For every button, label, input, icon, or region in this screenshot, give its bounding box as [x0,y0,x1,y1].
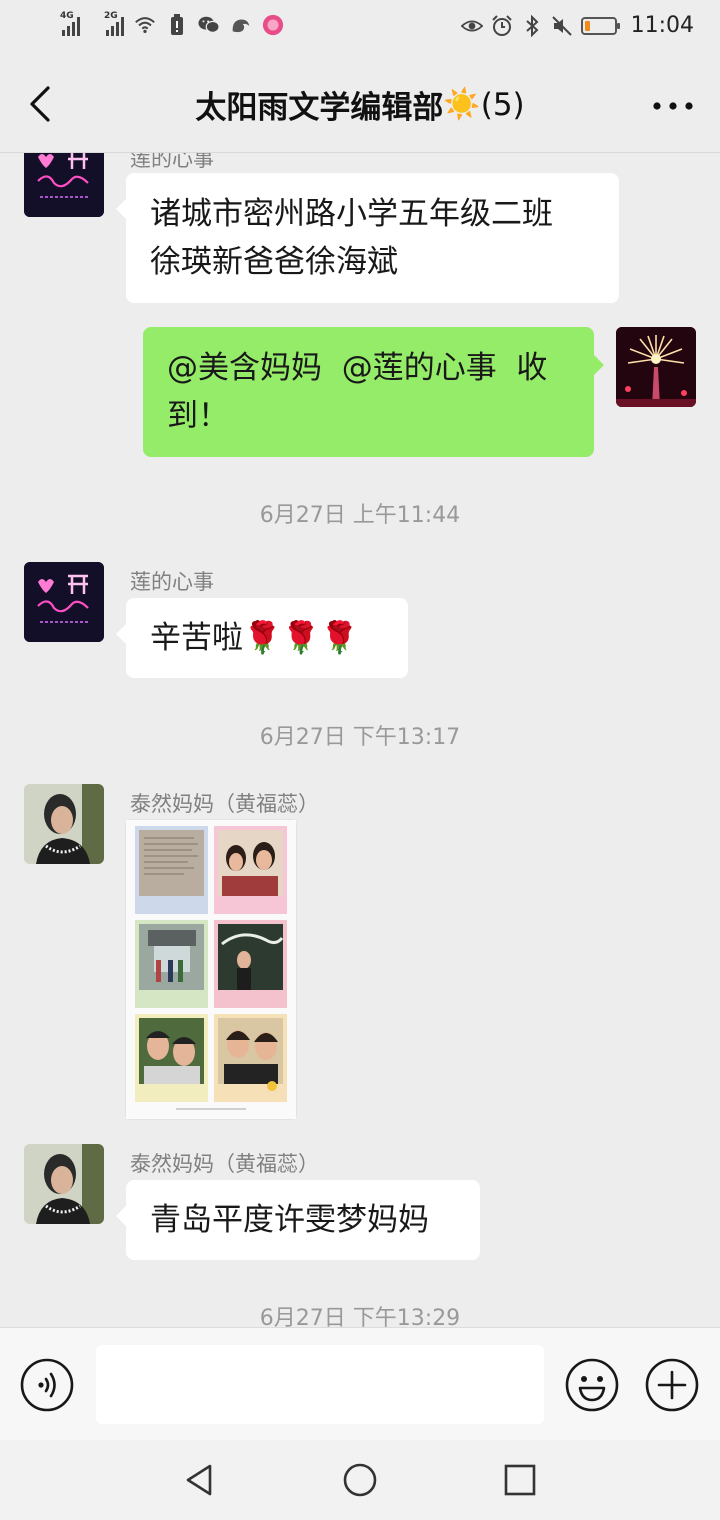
sender-name: 莲的心事 [130,153,214,171]
voice-button[interactable] [20,1358,74,1412]
message-bubble[interactable]: 辛苦啦🌹🌹🌹 [116,598,408,678]
app-notification-icon [262,14,284,36]
square-recents-icon [504,1464,536,1496]
avatar[interactable] [24,562,104,642]
timestamp: 6月27日 下午13:29 [259,1306,461,1327]
status-bar: 4G 2G 11:04 [0,0,720,56]
input-bar [0,1327,720,1441]
battery-icon [580,16,620,35]
message-list[interactable]: 莲的心事 诸城市密州路小学五年级二班 徐瑛新爸爸徐海斌 @美含妈妈 @莲的心事 … [0,153,720,1327]
avatar[interactable] [24,784,104,864]
back-button[interactable] [22,82,66,126]
wechat-icon [198,14,220,36]
sender-name: 泰然妈妈（黄福蕊） [130,1152,319,1176]
avatar[interactable] [24,1144,104,1224]
emoji-button[interactable] [565,1358,619,1412]
sender-name: 泰然妈妈（黄福蕊） [130,792,319,816]
system-back-button[interactable] [180,1460,220,1500]
message-bubble[interactable]: 诸城市密州路小学五年级二班 徐瑛新爸爸徐海斌 [116,173,619,303]
photo-collage-image[interactable] [126,820,296,1119]
self-avatar[interactable] [616,327,696,407]
message-text: 徐瑛新爸爸徐海斌 [150,244,398,280]
signal-2g-icon: 2G [90,11,124,36]
emoji-icon [565,1358,619,1412]
group-name: 太阳雨文学编辑部 [195,90,444,126]
uc-browser-icon [230,14,252,36]
timestamp: 6月27日 下午13:17 [259,725,461,750]
mute-icon [551,15,573,37]
alarm-icon [491,14,513,37]
eye-comfort-icon [460,15,483,37]
voice-icon [20,1358,74,1412]
back-arrow-icon [30,86,50,122]
system-recents-button[interactable] [500,1460,540,1500]
more-functions-button[interactable] [645,1358,699,1412]
sender-name: 莲的心事 [130,570,214,594]
chat-header: 太阳雨文学编辑部 ☀️ (5) [0,56,720,153]
system-navigation-bar [0,1440,720,1520]
bluetooth-icon [521,14,543,37]
circle-home-icon [343,1463,377,1497]
system-home-button[interactable] [340,1460,380,1500]
message-input[interactable] [96,1345,544,1424]
message-text: 到！ [167,398,229,434]
plus-icon [645,1358,699,1412]
timestamp: 6月27日 上午11:44 [259,503,461,528]
battery-saver-icon [166,14,188,36]
avatar[interactable] [24,153,104,217]
wifi-icon [134,14,156,36]
more-icon [653,102,693,110]
message-text: 青岛平度许雯梦妈妈 [150,1202,429,1238]
message-bubble[interactable]: 青岛平度许雯梦妈妈 [116,1180,480,1260]
signal-4g-icon: 4G [46,11,80,36]
more-button[interactable] [648,84,698,128]
message-bubble-self[interactable]: @美含妈妈 @莲的心事 收 到！ [143,327,604,457]
message-text: 辛苦啦🌹🌹🌹 [150,620,359,656]
status-time: 11:04 [630,13,694,38]
chat-title: 太阳雨文学编辑部 ☀️ (5) [90,82,630,127]
message-text: 诸城市密州路小学五年级二班 [150,196,553,232]
message-text: @美含妈妈 @莲的心事 收 [167,350,548,386]
triangle-back-icon [186,1464,212,1496]
member-count: (5) [480,86,525,123]
sun-emoji: ☀️ [443,87,481,122]
